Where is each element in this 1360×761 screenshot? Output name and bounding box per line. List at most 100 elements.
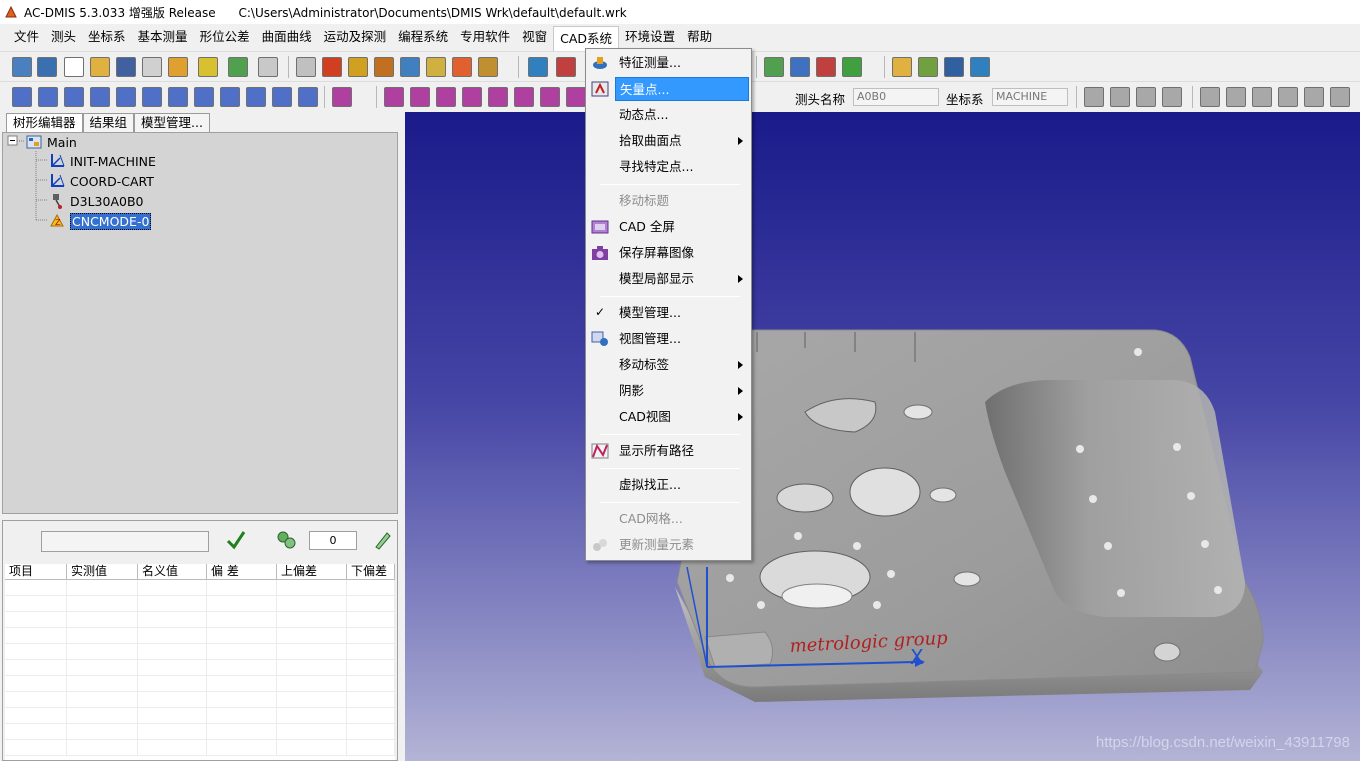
open-icon[interactable]: [12, 57, 32, 77]
tree-node-probe[interactable]: D3L30A0B0: [48, 192, 143, 210]
joystick-icon[interactable]: [764, 57, 784, 77]
tab-result-group[interactable]: 结果组: [82, 113, 135, 132]
z-icon[interactable]: [816, 57, 836, 77]
cad-menu-item-14[interactable]: 显示所有路径: [588, 439, 749, 463]
menu-item-0[interactable]: 文件: [8, 26, 45, 48]
tree-node-init-machine[interactable]: INIT-MACHINE: [48, 152, 156, 170]
cad-viewport[interactable]: X metrologic group https://blog.csdn.net…: [405, 112, 1360, 761]
cad-menu-item-16[interactable]: CAD网格...: [588, 507, 749, 531]
cad-menu-item-8[interactable]: 模型局部显示: [588, 267, 749, 291]
report-count-field[interactable]: 0: [309, 531, 357, 550]
machine-icon[interactable]: [790, 57, 810, 77]
copy-icon[interactable]: [142, 57, 162, 77]
multi-feature-icon[interactable]: [275, 529, 299, 551]
new-icon[interactable]: [64, 57, 84, 77]
tree-node-cncmode[interactable]: Z CNCMODE-0: [48, 212, 152, 230]
cad-menu-item-6[interactable]: CAD 全屏: [588, 215, 749, 239]
sort-icon[interactable]: [528, 57, 548, 77]
cone-icon[interactable]: [220, 87, 240, 107]
move-icon[interactable]: [426, 57, 446, 77]
save-icon[interactable]: [116, 57, 136, 77]
probe-name-field[interactable]: A0B0: [853, 88, 939, 106]
tree-node-coord-cart[interactable]: COORD-CART: [48, 172, 154, 190]
cad-menu-item-11[interactable]: 移动标签: [588, 353, 749, 377]
pan-icon[interactable]: [1084, 87, 1104, 107]
table-row[interactable]: [5, 644, 395, 660]
pause-icon[interactable]: [258, 57, 278, 77]
parallel-icon[interactable]: [384, 87, 404, 107]
table-row[interactable]: [5, 724, 395, 740]
cad-menu-item-12[interactable]: 阴影: [588, 379, 749, 403]
angle-icon[interactable]: [436, 87, 456, 107]
load-icon[interactable]: [556, 57, 576, 77]
column-upper-tol[interactable]: 上偏差: [277, 564, 347, 579]
table-row[interactable]: [5, 676, 395, 692]
menu-item-1[interactable]: 测头: [45, 26, 82, 48]
scan-icon[interactable]: [478, 57, 498, 77]
table-row[interactable]: [5, 692, 395, 708]
probe-a-icon[interactable]: [1110, 87, 1130, 107]
perpendicular-icon[interactable]: [410, 87, 430, 107]
column-lower-tol[interactable]: 下偏差: [347, 564, 395, 579]
sub-icon[interactable]: [842, 57, 862, 77]
box-icon[interactable]: [1162, 87, 1182, 107]
table-row[interactable]: [5, 612, 395, 628]
sphere-view-icon[interactable]: [1304, 87, 1324, 107]
edit-icon[interactable]: [198, 57, 218, 77]
pencil-icon[interactable]: [371, 529, 393, 551]
column-item[interactable]: 项目: [5, 564, 67, 579]
probe-c-icon[interactable]: [1226, 87, 1246, 107]
cad-menu-item-3[interactable]: 拾取曲面点: [588, 129, 749, 153]
cad-menu-item-10[interactable]: 视图管理...: [588, 327, 749, 351]
column-measured[interactable]: 实测值: [67, 564, 138, 579]
export-icon[interactable]: [228, 57, 248, 77]
curve-icon[interactable]: [90, 87, 110, 107]
measure-icon[interactable]: [348, 57, 368, 77]
import-icon[interactable]: [37, 57, 57, 77]
cad-menu-item-13[interactable]: CAD视图: [588, 405, 749, 429]
cad-menu-item-2[interactable]: 动态点...: [588, 103, 749, 127]
menu-item-3[interactable]: 基本测量: [132, 26, 194, 48]
tab-tree-editor[interactable]: 树形编辑器: [6, 113, 83, 132]
menu-item-8[interactable]: 专用软件: [454, 26, 516, 48]
menu-item-7[interactable]: 编程系统: [392, 26, 454, 48]
circle-icon[interactable]: [116, 87, 136, 107]
coord-system-field[interactable]: MACHINE: [992, 88, 1068, 106]
cylinder-icon[interactable]: [168, 87, 188, 107]
hatch-icon[interactable]: [970, 57, 990, 77]
globe-icon[interactable]: [1330, 87, 1350, 107]
runout-icon[interactable]: [540, 87, 560, 107]
table-row[interactable]: [5, 708, 395, 724]
table-row[interactable]: [5, 628, 395, 644]
menu-item-4[interactable]: 形位公差: [194, 26, 256, 48]
arrow-icon[interactable]: [1278, 87, 1298, 107]
cad-menu-item-1[interactable]: 矢量点...: [615, 77, 749, 101]
delete-icon[interactable]: [322, 57, 342, 77]
menu-item-12[interactable]: 帮助: [681, 26, 718, 48]
menu-item-5[interactable]: 曲面曲线: [256, 26, 318, 48]
sphere-icon[interactable]: [194, 87, 214, 107]
point-icon[interactable]: [12, 87, 32, 107]
symmetry-icon[interactable]: [514, 87, 534, 107]
ellipse-icon[interactable]: [298, 87, 318, 107]
rotate-icon[interactable]: [1200, 87, 1220, 107]
view-icon[interactable]: [1252, 87, 1272, 107]
table-row[interactable]: [5, 596, 395, 612]
cad-menu-item-7[interactable]: 保存屏幕图像: [588, 241, 749, 265]
flatness-icon[interactable]: [566, 87, 586, 107]
concentric-icon[interactable]: [488, 87, 508, 107]
program-tree[interactable]: Main INIT-MACHINE COORD-CART D3L30A0B0 Z…: [2, 132, 398, 514]
menu-item-11[interactable]: 环境设置: [619, 26, 681, 48]
report-filter-input[interactable]: [41, 531, 209, 552]
align-icon[interactable]: [400, 57, 420, 77]
column-deviation[interactable]: 偏 差: [207, 564, 277, 579]
torus-icon[interactable]: [272, 87, 292, 107]
tree-root[interactable]: Main: [25, 133, 77, 151]
cad-menu-item-4[interactable]: 寻找特定点...: [588, 155, 749, 179]
table-row[interactable]: [5, 580, 395, 596]
run-icon[interactable]: [168, 57, 188, 77]
table-row[interactable]: [5, 660, 395, 676]
menu-item-2[interactable]: 坐标系: [82, 26, 132, 48]
arc-icon[interactable]: [64, 87, 84, 107]
slot-icon[interactable]: [246, 87, 266, 107]
